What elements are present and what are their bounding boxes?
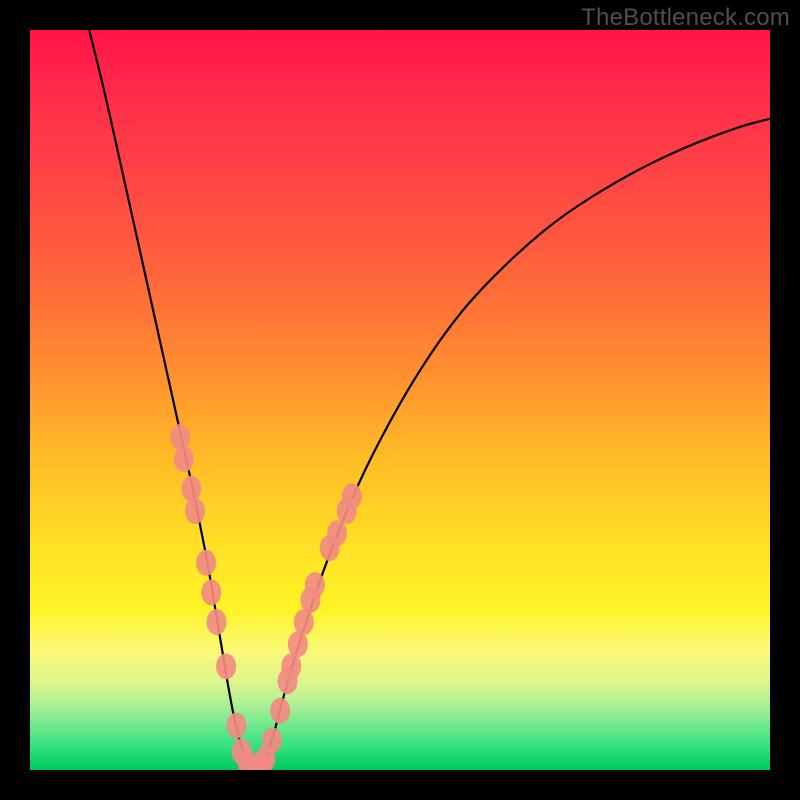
marker-point xyxy=(281,653,301,679)
marker-point xyxy=(327,520,347,546)
marker-point xyxy=(196,550,216,576)
marker-point xyxy=(288,631,308,657)
plot-area xyxy=(30,30,770,770)
highlighted-points xyxy=(170,424,362,770)
watermark-text: TheBottleneck.com xyxy=(581,4,790,32)
marker-point xyxy=(216,653,236,679)
marker-point xyxy=(294,609,314,635)
marker-point xyxy=(206,609,226,635)
marker-point xyxy=(174,446,194,472)
bottleneck-curve xyxy=(89,30,770,770)
marker-point xyxy=(201,579,221,605)
marker-point xyxy=(170,424,190,450)
bottleneck-curve-path xyxy=(89,30,770,770)
marker-point xyxy=(185,498,205,524)
chart-container: TheBottleneck.com xyxy=(0,0,800,800)
marker-point xyxy=(262,727,282,753)
marker-point xyxy=(305,572,325,598)
marker-point xyxy=(181,476,201,502)
marker-point xyxy=(270,698,290,724)
marker-point xyxy=(226,713,246,739)
marker-point xyxy=(342,483,362,509)
curve-svg xyxy=(30,30,770,770)
